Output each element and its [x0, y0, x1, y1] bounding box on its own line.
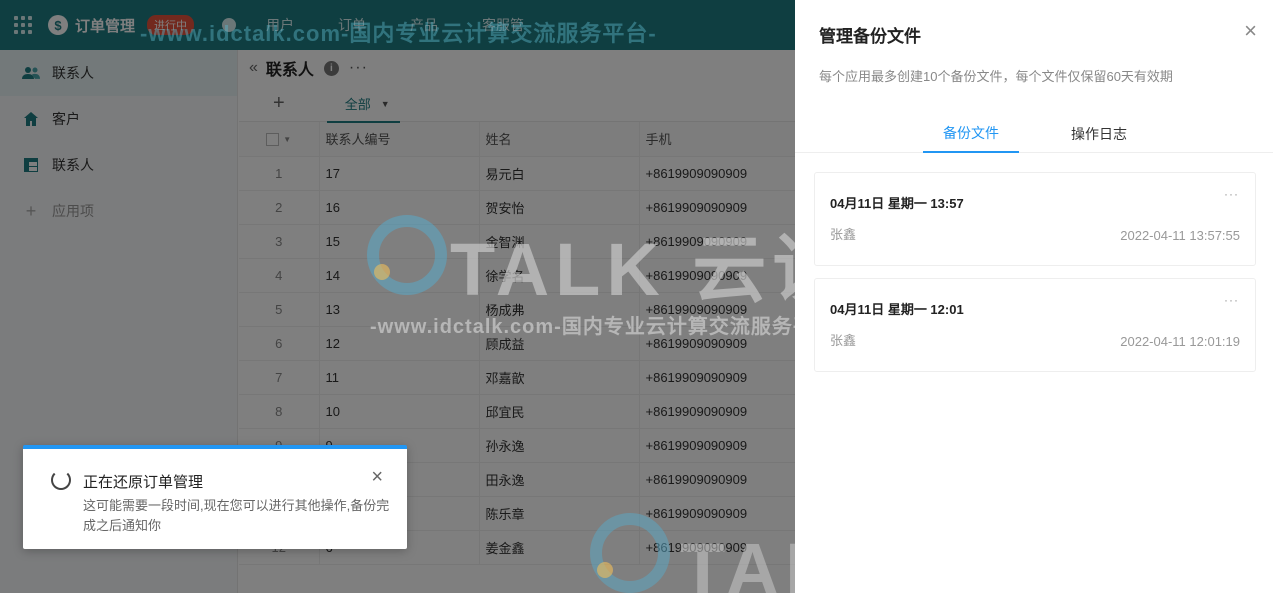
- toast-title: 正在还原订单管理: [83, 474, 204, 491]
- backup-title: 04月11日 星期一 12:01: [830, 302, 964, 317]
- close-icon[interactable]: ×: [371, 467, 383, 487]
- more-icon[interactable]: ···: [1224, 187, 1239, 201]
- backup-card[interactable]: 04月11日 星期一 13:57 ··· 张鑫 2022-04-11 13:57…: [814, 172, 1256, 266]
- toast-message: 这可能需要一段时间,现在您可以进行其他操作,备份完成之后通知你: [83, 498, 390, 533]
- panel-title: 管理备份文件: [819, 27, 921, 46]
- backup-card[interactable]: 04月11日 星期一 12:01 ··· 张鑫 2022-04-11 12:01…: [814, 278, 1256, 372]
- backup-time: 2022-04-11 13:57:55: [1120, 228, 1240, 243]
- close-icon[interactable]: ×: [1244, 20, 1257, 42]
- panel-tabs: 备份文件 操作日志: [795, 114, 1273, 153]
- more-icon[interactable]: ···: [1224, 293, 1239, 307]
- backup-user: 张鑫: [830, 333, 857, 348]
- backup-panel: 管理备份文件 × 每个应用最多创建10个备份文件，每个文件仅保留60天有效期 备…: [795, 0, 1273, 593]
- loading-spinner-icon: [51, 470, 71, 490]
- restore-toast: 正在还原订单管理 × 这可能需要一段时间,现在您可以进行其他操作,备份完成之后通…: [23, 445, 407, 549]
- tab-backup-files[interactable]: 备份文件: [923, 114, 1019, 153]
- backup-time: 2022-04-11 12:01:19: [1120, 334, 1240, 349]
- panel-subtitle: 每个应用最多创建10个备份文件，每个文件仅保留60天有效期: [819, 69, 1173, 84]
- backup-title: 04月11日 星期一 13:57: [830, 196, 964, 211]
- tab-operation-log[interactable]: 操作日志: [1051, 114, 1147, 153]
- backup-user: 张鑫: [830, 227, 857, 242]
